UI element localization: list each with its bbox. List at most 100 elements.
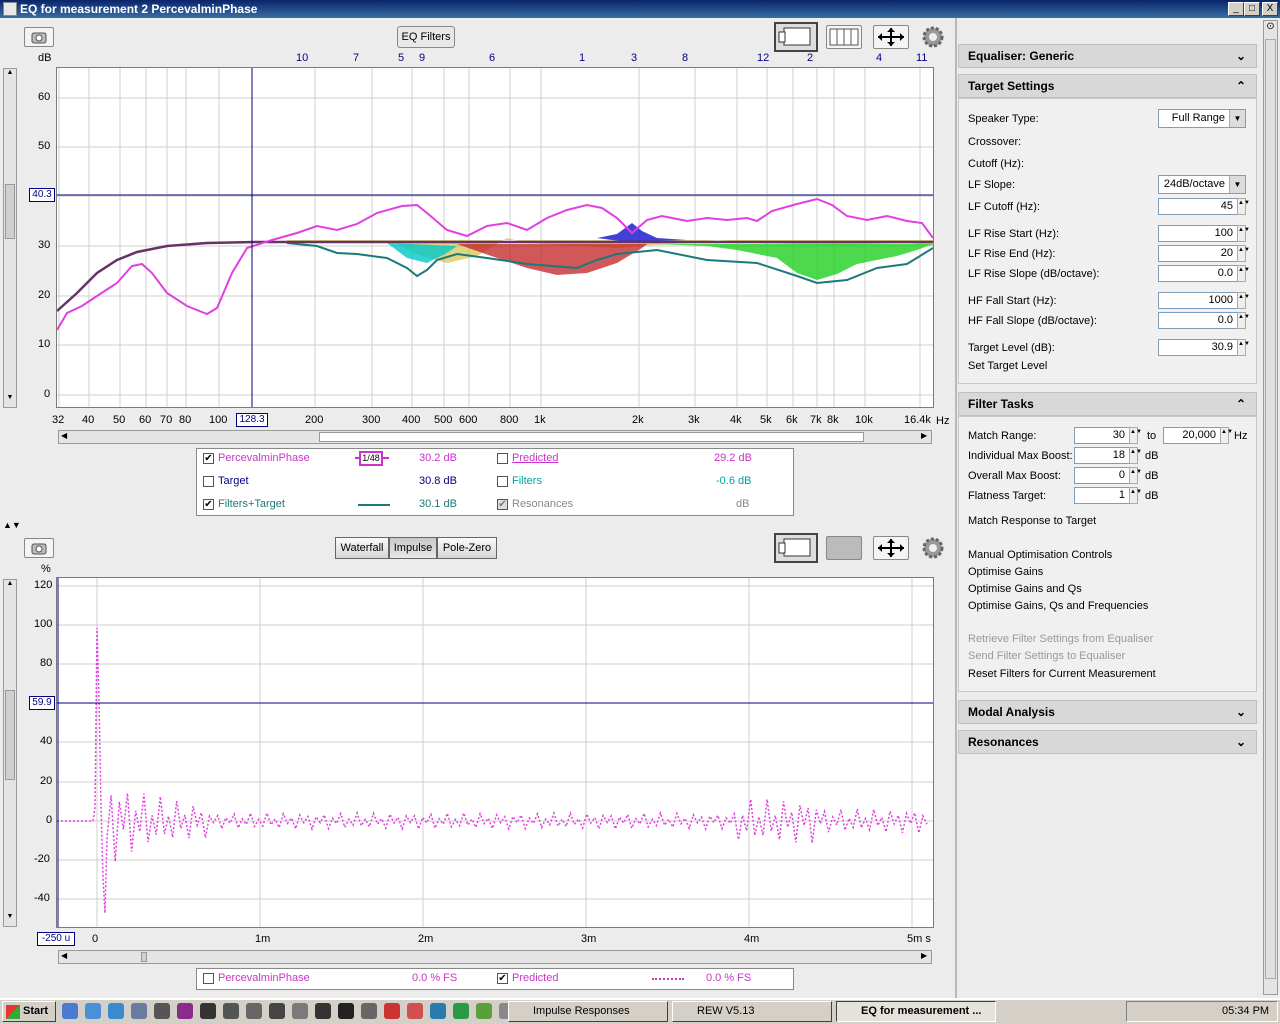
- tab-impulse[interactable]: Impulse: [389, 537, 437, 559]
- hf-fall-start-field[interactable]: 1000: [1158, 292, 1238, 309]
- filter-number-label[interactable]: 12: [757, 52, 769, 64]
- retrieve-settings-link[interactable]: Retrieve Filter Settings from Equaliser: [968, 633, 1153, 645]
- quick-launch-app-icon[interactable]: [62, 1003, 78, 1019]
- filter-number-label[interactable]: 6: [489, 52, 495, 64]
- filter-number-label[interactable]: 3: [631, 52, 637, 64]
- scroll-thumb[interactable]: [319, 432, 864, 442]
- match-to-field[interactable]: 20,000: [1163, 427, 1221, 444]
- filter-number-label[interactable]: 8: [682, 52, 688, 64]
- legend-name[interactable]: Filters: [512, 475, 542, 487]
- task-rew[interactable]: REW V5.13: [672, 1001, 832, 1022]
- expand-chevron-icon[interactable]: ⌄: [1236, 45, 1246, 67]
- legend-name[interactable]: PercevalminPhase: [218, 972, 310, 984]
- fit-axes-icon[interactable]: [873, 25, 909, 49]
- quick-launch-app-icon[interactable]: [384, 1003, 400, 1019]
- flatness-field[interactable]: 1: [1074, 487, 1130, 504]
- ind-max-boost-field[interactable]: 18: [1074, 447, 1130, 464]
- graph-layout-icon[interactable]: [774, 533, 818, 563]
- filter-number-label[interactable]: 7: [353, 52, 359, 64]
- spinner-arrows-icon[interactable]: ▲▼: [1237, 225, 1250, 242]
- legend-name[interactable]: Resonances: [512, 498, 573, 510]
- scroll-right-icon[interactable]: ▶: [921, 951, 927, 960]
- scroll-up-icon[interactable]: ▲: [4, 580, 16, 592]
- scroll-left-icon[interactable]: ◀: [61, 431, 67, 440]
- speaker-type-select[interactable]: Full Range ▼: [1158, 109, 1246, 128]
- task-impulse-responses[interactable]: Impulse Responses: [508, 1001, 668, 1022]
- spinner-arrows-icon[interactable]: ▲▼: [1129, 487, 1142, 504]
- spinner-arrows-icon[interactable]: ▲▼: [1129, 467, 1142, 484]
- horizontal-scrollbar[interactable]: ◀ ▶: [58, 950, 932, 964]
- resonances-header[interactable]: Resonances ⌄: [958, 730, 1257, 754]
- modal-analysis-header[interactable]: Modal Analysis ⌄: [958, 700, 1257, 724]
- quick-launch-app-icon[interactable]: [131, 1003, 147, 1019]
- legend-checkbox[interactable]: [497, 476, 508, 487]
- match-response-link[interactable]: Match Response to Target: [968, 515, 1096, 527]
- lf-rise-end-field[interactable]: 20: [1158, 245, 1238, 262]
- manual-optimisation-link[interactable]: Manual Optimisation Controls: [968, 549, 1112, 561]
- horizontal-scrollbar[interactable]: ◀ ▶: [58, 430, 932, 444]
- legend-name[interactable]: Predicted: [512, 452, 558, 464]
- lf-slope-select[interactable]: 24dB/octave ▼: [1158, 175, 1246, 194]
- tab-pole-zero[interactable]: Pole-Zero: [437, 537, 497, 559]
- filter-number-label[interactable]: 1: [579, 52, 585, 64]
- legend-name[interactable]: Target: [218, 475, 249, 487]
- send-settings-link[interactable]: Send Filter Settings to Equaliser: [968, 650, 1125, 662]
- scroll-thumb[interactable]: [5, 184, 15, 239]
- optimise-gains-qs-link[interactable]: Optimise Gains and Qs: [968, 583, 1082, 595]
- collapse-chevron-icon[interactable]: ⌃: [1236, 393, 1246, 415]
- settings-gear-icon[interactable]: [921, 25, 945, 49]
- hf-fall-slope-field[interactable]: 0.0: [1158, 312, 1238, 329]
- scroll-down-icon[interactable]: ▼: [4, 913, 16, 925]
- quick-launch-app-icon[interactable]: [453, 1003, 469, 1019]
- legend-checkbox[interactable]: [203, 973, 214, 984]
- tab-waterfall[interactable]: Waterfall: [335, 537, 389, 559]
- spinner-arrows-icon[interactable]: ▲▼: [1237, 245, 1250, 262]
- vertical-scrollbar[interactable]: ▲ ▼: [3, 579, 17, 927]
- side-scrollbar[interactable]: ⊙: [1263, 20, 1278, 995]
- legend-checkbox[interactable]: [203, 476, 214, 487]
- settings-gear-icon[interactable]: [921, 536, 945, 560]
- scroll-down-icon[interactable]: ▼: [4, 394, 16, 406]
- quick-launch-app-icon[interactable]: [154, 1003, 170, 1019]
- filter-number-label[interactable]: 2: [807, 52, 813, 64]
- dropdown-arrow-icon[interactable]: ▼: [1229, 110, 1245, 127]
- reset-filters-link[interactable]: Reset Filters for Current Measurement: [968, 668, 1156, 680]
- splitter-arrows-icon[interactable]: ▲▼: [3, 520, 21, 530]
- quick-launch-app-icon[interactable]: [292, 1003, 308, 1019]
- set-target-level-link[interactable]: Set Target Level: [968, 360, 1047, 372]
- task-eq-window[interactable]: EQ for measurement ...: [836, 1001, 996, 1022]
- quick-launch-app-icon[interactable]: [223, 1003, 239, 1019]
- scroll-up-icon[interactable]: ▲: [4, 69, 16, 81]
- legend-name[interactable]: Predicted: [512, 972, 558, 984]
- lf-rise-start-field[interactable]: 100: [1158, 225, 1238, 242]
- eq-filters-button[interactable]: EQ Filters: [397, 26, 455, 48]
- filter-number-label[interactable]: 10: [296, 52, 308, 64]
- collapse-chevron-icon[interactable]: ⌃: [1236, 75, 1246, 97]
- legend-checkbox[interactable]: [497, 453, 508, 464]
- scroll-thumb[interactable]: [5, 690, 15, 780]
- graph-layout-icon[interactable]: [774, 22, 818, 52]
- camera-icon[interactable]: [24, 27, 54, 47]
- spinner-arrows-icon[interactable]: ▲▼: [1237, 198, 1250, 215]
- collapse-icon[interactable]: ⊙: [1264, 21, 1277, 35]
- filter-number-label[interactable]: 5: [398, 52, 404, 64]
- filter-number-label[interactable]: 4: [876, 52, 882, 64]
- lf-cutoff-field[interactable]: 45: [1158, 198, 1238, 215]
- spinner-arrows-icon[interactable]: ▲▼: [1220, 427, 1233, 444]
- quick-launch-app-icon[interactable]: [476, 1003, 492, 1019]
- spinner-arrows-icon[interactable]: ▲▼: [1237, 339, 1250, 356]
- quick-launch-app-icon[interactable]: [108, 1003, 124, 1019]
- filter-tasks-header[interactable]: Filter Tasks ⌃: [958, 392, 1257, 416]
- legend-checkbox[interactable]: ✔: [203, 499, 214, 510]
- camera-icon[interactable]: [24, 538, 54, 558]
- grid-toggle-icon[interactable]: [826, 536, 862, 560]
- smoothing-selector[interactable]: 1/48: [359, 451, 383, 466]
- spinner-arrows-icon[interactable]: ▲▼: [1237, 292, 1250, 309]
- expand-chevron-icon[interactable]: ⌄: [1236, 701, 1246, 723]
- legend-name[interactable]: Filters+Target: [218, 498, 285, 510]
- match-from-field[interactable]: 30: [1074, 427, 1130, 444]
- lf-rise-slope-field[interactable]: 0.0: [1158, 265, 1238, 282]
- expand-chevron-icon[interactable]: ⌄: [1236, 731, 1246, 753]
- quick-launch-app-icon[interactable]: [338, 1003, 354, 1019]
- quick-launch-app-icon[interactable]: [246, 1003, 262, 1019]
